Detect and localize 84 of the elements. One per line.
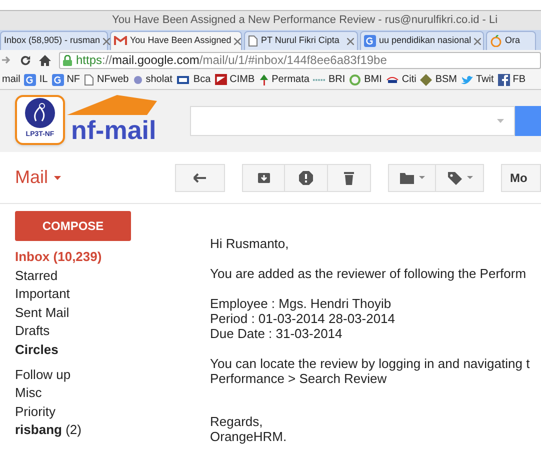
browser-tab[interactable]: Inbox (58,905) - rusman [0, 31, 108, 50]
lock-icon [63, 54, 72, 66]
message-text: OrangeHRM. [210, 429, 288, 444]
page-icon [84, 74, 94, 86]
back-button[interactable] [175, 164, 225, 192]
flag-icon [214, 74, 227, 85]
bookmark-link[interactable]: Bca [176, 72, 211, 87]
fruit-icon [490, 35, 502, 47]
bookmark-link[interactable]: sholat [132, 72, 172, 87]
browser-tab[interactable]: uu pendidikan nasional [360, 31, 484, 50]
exclamation-icon [298, 170, 314, 186]
more-button[interactable]: Mo [501, 164, 541, 192]
folder-link[interactable]: Sent Mail [15, 304, 210, 322]
window-title: You Have Been Assigned a New Performance Review - rus@nurulfikri.co.id - Li [112, 13, 498, 28]
folder-link[interactable]: Inbox (10,239) [15, 248, 210, 267]
folder-link[interactable]: Starred [15, 266, 210, 286]
bookmark-link[interactable]: BRI [313, 72, 346, 87]
ring-icon [349, 74, 362, 86]
letter-g-icon [24, 74, 36, 86]
folder-link[interactable]: Drafts [15, 322, 210, 341]
bird-icon [461, 74, 474, 84]
folder-link[interactable]: Misc [15, 384, 210, 403]
folder-link[interactable]: Important [15, 285, 210, 304]
arc-icon [386, 75, 399, 84]
message-text: Period : 01-03-2014 28-03-2014 [210, 311, 396, 326]
reload-icon[interactable] [20, 54, 31, 66]
trash-icon [341, 170, 357, 186]
bookmark-link[interactable]: NFweb [84, 72, 129, 87]
dashes-icon [313, 78, 326, 82]
url-text: https://mail.google.com/mail/u/1/#inbox/144f8ee6a83f19be [76, 52, 387, 69]
close-icon[interactable] [103, 38, 110, 44]
message-text: You can locate the review by logging in and navigating t [210, 356, 530, 371]
bookmark-link[interactable]: mail [2, 72, 20, 87]
caret-icon [54, 176, 62, 180]
delete-button[interactable] [328, 164, 371, 192]
spam-button[interactable] [285, 164, 328, 192]
archive-button[interactable] [242, 164, 285, 192]
letter-f-icon [498, 74, 510, 86]
bookmark-link[interactable]: CIMB [214, 72, 255, 87]
bookmark-link[interactable]: Permata [258, 72, 310, 87]
logo-text: nf-mail [71, 117, 156, 143]
caret-icon [419, 176, 425, 179]
letter-g-icon [364, 35, 376, 47]
folder-link[interactable]: Follow up [15, 366, 210, 384]
move-button[interactable] [388, 164, 436, 192]
card-icon [176, 74, 190, 84]
search-field[interactable] [190, 106, 515, 136]
page-icon [248, 35, 258, 47]
message-text: Due Date : 31-03-2014 [210, 326, 344, 341]
tag-icon [446, 170, 462, 186]
tree-icon [258, 74, 269, 86]
address-bar[interactable]: https://mail.google.com/mail/u/1/#inbox/144f8ee6a83f19be [59, 52, 541, 68]
close-icon[interactable] [347, 38, 354, 44]
message-text: Performance > Search Review [210, 371, 388, 386]
letter-g-icon [52, 74, 64, 86]
bookmark-link[interactable]: Citi [386, 72, 416, 87]
dot-icon [132, 74, 143, 84]
forward-icon[interactable] [2, 55, 12, 65]
browser-tab[interactable]: PT Nurul Fikri Cipta [244, 31, 358, 50]
message-text: Regards, [210, 414, 264, 429]
browser-tab[interactable]: You Have Been Assigned [110, 31, 242, 50]
diamond-icon [420, 74, 432, 86]
person-icon [23, 97, 57, 129]
bookmark-link[interactable]: FB [498, 72, 526, 87]
mail-menu[interactable]: Mail [15, 164, 175, 191]
folder-link[interactable]: risbang (2) [15, 421, 210, 440]
compose-button[interactable]: COMPOSE [15, 211, 131, 241]
envelope-icon [114, 36, 127, 46]
caret-icon [466, 176, 472, 179]
bookmark-link[interactable]: IL [24, 72, 48, 87]
folder-link[interactable]: Priority [15, 402, 210, 422]
message-text: Employee : Mgs. Hendri Thoyib [210, 296, 392, 311]
message-text: You are added as the reviewer of following the Perform [210, 266, 528, 281]
browser-tab[interactable]: Ora [486, 31, 536, 50]
label-button[interactable] [436, 164, 484, 192]
bookmark-link[interactable]: Twit [461, 72, 494, 87]
bookmark-link[interactable]: BMI [349, 72, 382, 87]
message-text: Hi Rusmanto, [210, 236, 290, 251]
bookmark-link[interactable]: NF [52, 72, 80, 87]
close-icon[interactable] [234, 38, 242, 44]
close-icon[interactable] [474, 38, 482, 44]
bookmark-link[interactable]: BSM [420, 72, 458, 87]
folder-link[interactable]: Circles [15, 340, 210, 360]
home-icon[interactable] [39, 54, 51, 66]
